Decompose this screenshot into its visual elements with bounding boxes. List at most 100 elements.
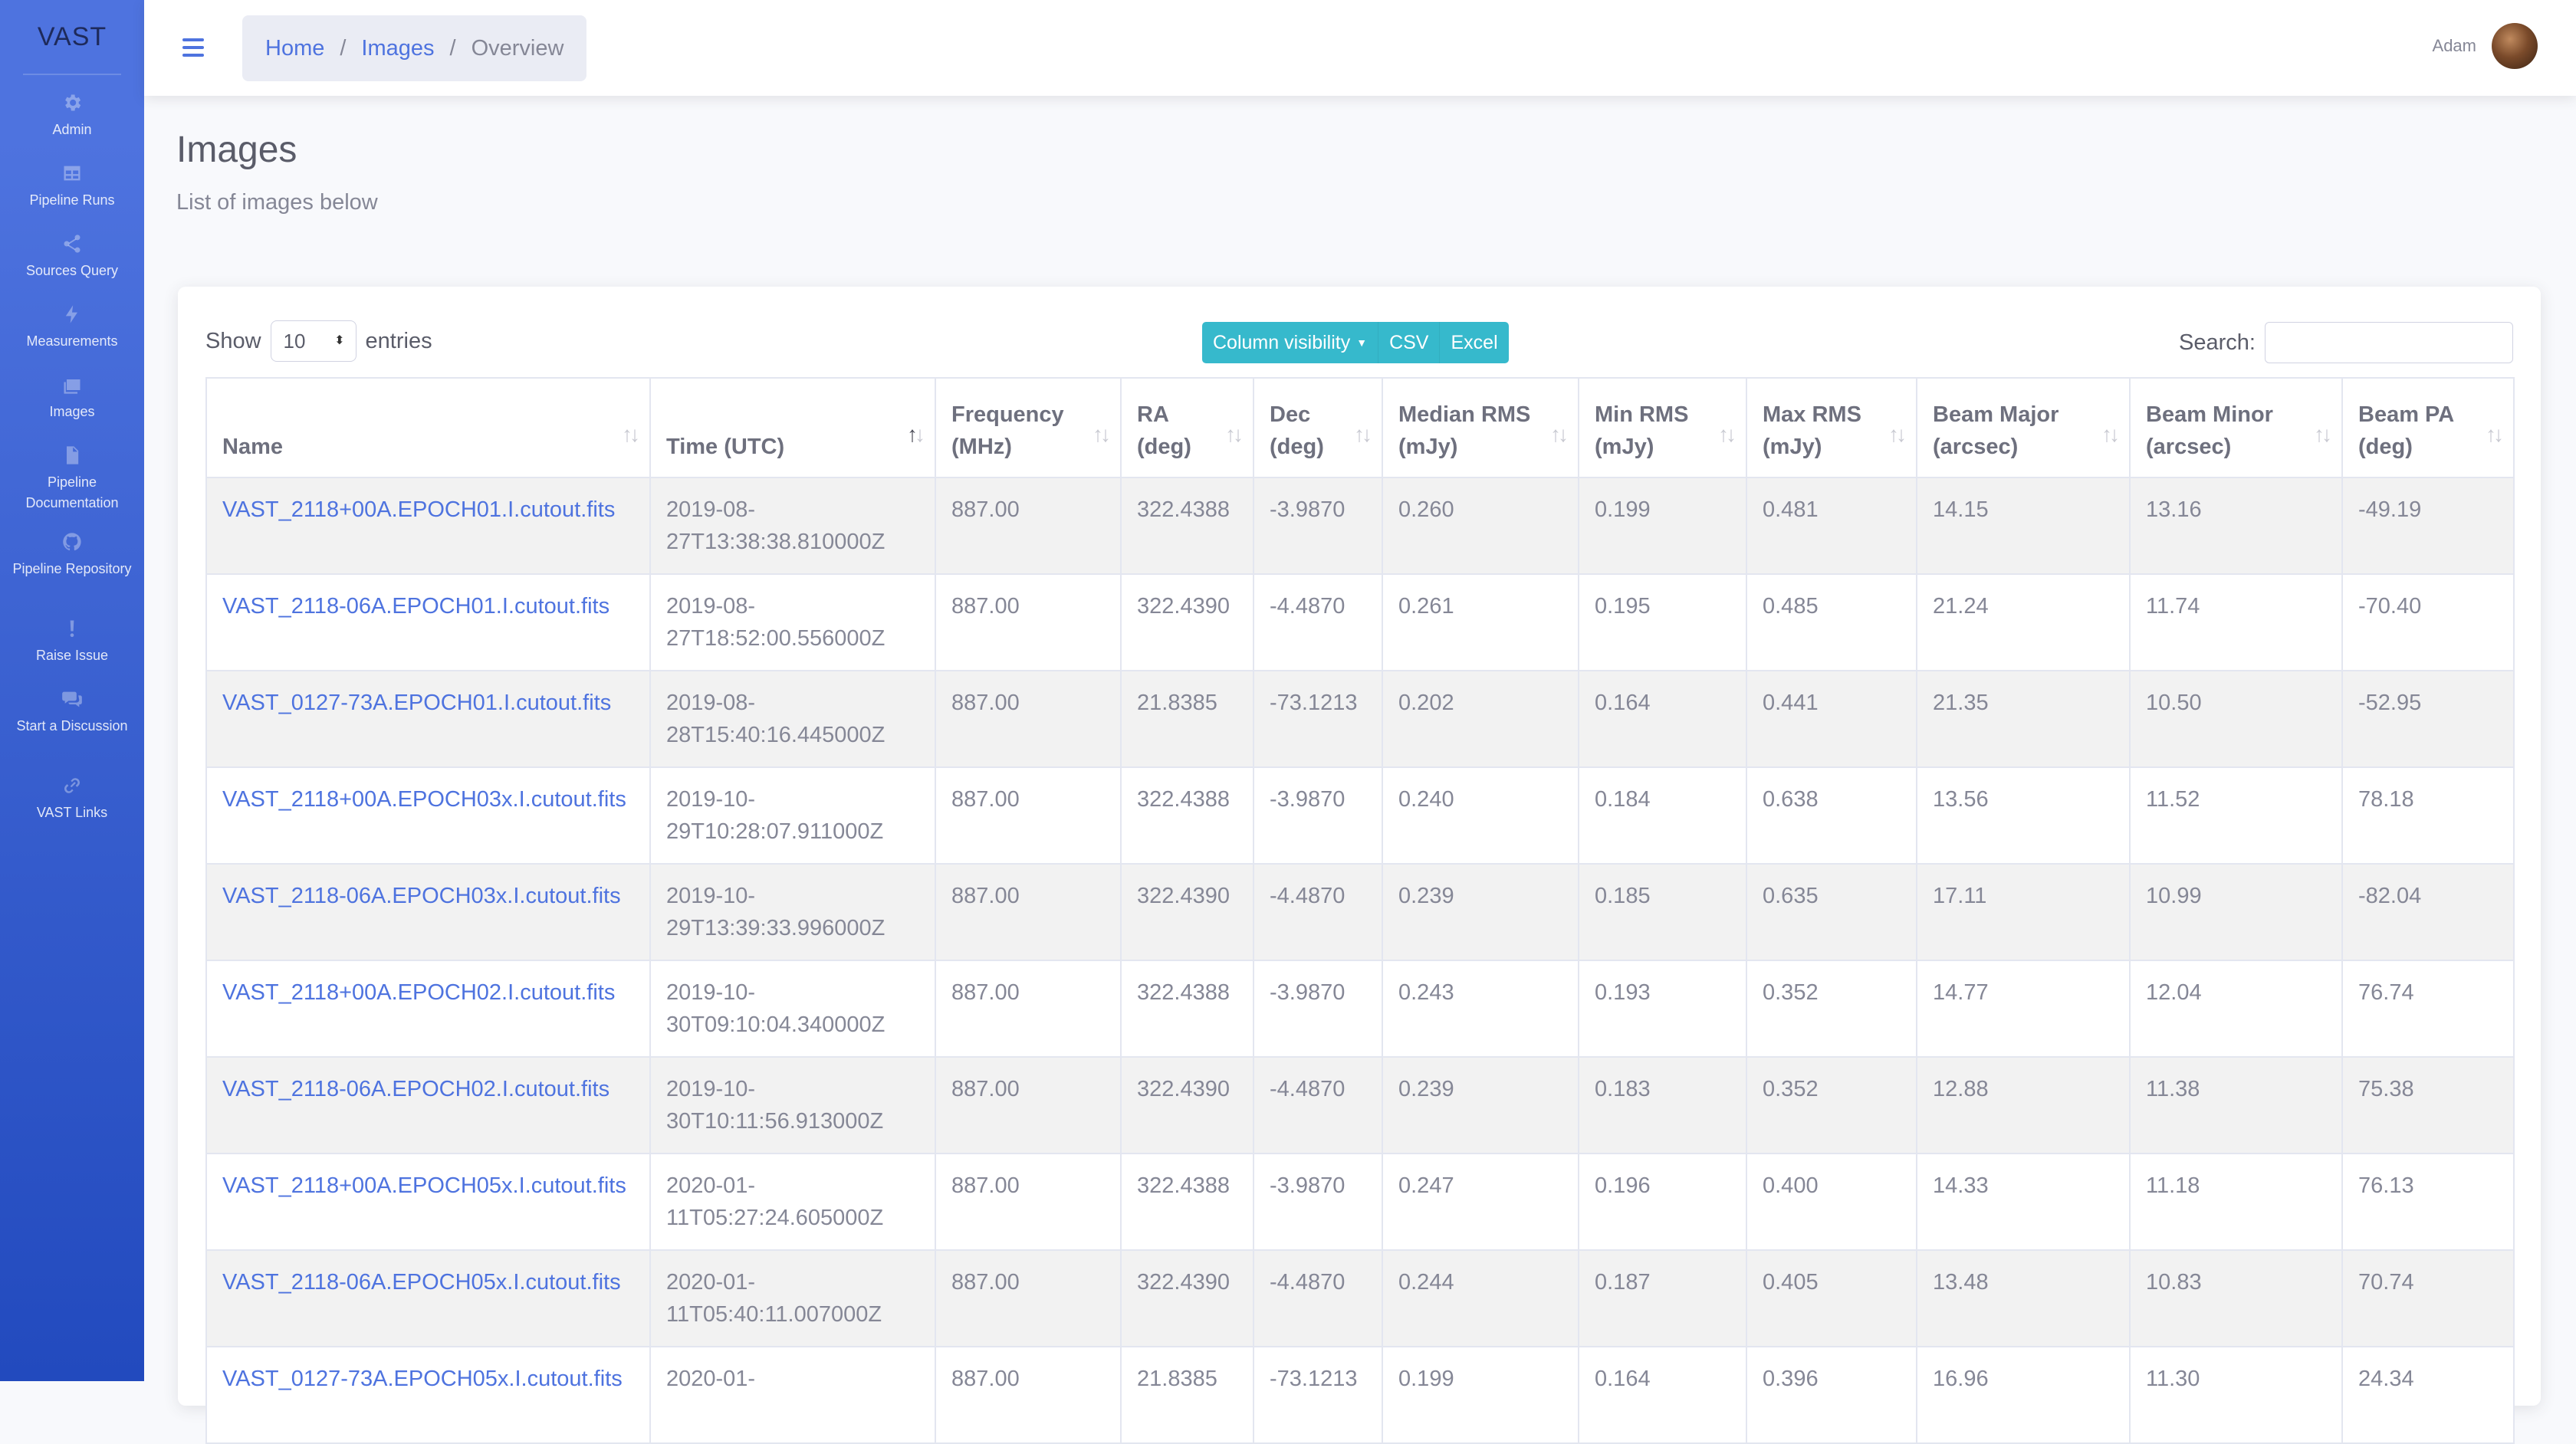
sidebar-item-vast-links[interactable]: VAST Links: [0, 758, 144, 829]
csv-button[interactable]: CSV: [1378, 322, 1440, 363]
entries-select[interactable]: 10 ⬍: [270, 320, 356, 362]
cell-time: 2020-01-11T05:40:11.007000Z: [649, 1249, 936, 1347]
page-title: Images: [176, 130, 297, 170]
column-header-name[interactable]: Name ↑↓: [205, 377, 651, 478]
cell-median-rms: 0.202: [1382, 670, 1579, 768]
cell-beam-minor: 10.83: [2129, 1249, 2343, 1347]
column-header-beam-pa[interactable]: Beam PA (deg) ↑↓: [2341, 377, 2515, 478]
cell-beam-major: 17.11: [1916, 863, 2131, 961]
sidebar-item-label: Images: [49, 404, 95, 419]
cell-name: VAST_2118+00A.EPOCH02.I.cutout.fits: [205, 960, 651, 1058]
cell-beam-pa: 78.18: [2341, 766, 2515, 865]
sidebar-item-label: Measurements: [26, 333, 118, 349]
sidebar-item-start-discussion[interactable]: Start a Discussion: [0, 671, 144, 758]
images-table: Name ↑↓ Time (UTC) ↑↓ Frequency (MHz) ↑↓ RA…: [205, 377, 2515, 1444]
show-label: Show: [205, 328, 261, 353]
sidebar-item-pipeline-documentation[interactable]: Pipeline Documentation: [0, 428, 144, 514]
cell-dec: -3.9870: [1253, 1153, 1383, 1251]
sidebar-item-label: Raise Issue: [35, 648, 109, 663]
column-header-ra[interactable]: RA (deg) ↑↓: [1120, 377, 1254, 478]
table-header-row: Name ↑↓ Time (UTC) ↑↓ Frequency (MHz) ↑↓ RA…: [205, 377, 2515, 478]
cell-dec: -3.9870: [1253, 960, 1383, 1058]
excel-button[interactable]: Excel: [1439, 322, 1509, 363]
cell-median-rms: 0.244: [1382, 1249, 1579, 1347]
entries-value: 10: [283, 329, 306, 353]
image-link[interactable]: VAST_2118-06A.EPOCH03x.I.cutout.fits: [222, 884, 621, 908]
cell-name: VAST_0127-73A.EPOCH01.I.cutout.fits: [205, 670, 651, 768]
image-link[interactable]: VAST_2118+00A.EPOCH01.I.cutout.fits: [222, 497, 615, 522]
breadcrumb-home[interactable]: Home: [265, 36, 324, 61]
image-link[interactable]: VAST_2118+00A.EPOCH02.I.cutout.fits: [222, 980, 615, 1005]
cell-min-rms: 0.196: [1578, 1153, 1747, 1251]
image-link[interactable]: VAST_0127-73A.EPOCH01.I.cutout.fits: [222, 691, 611, 715]
cell-beam-pa: 24.34: [2341, 1346, 2515, 1444]
image-link[interactable]: VAST_2118+00A.EPOCH05x.I.cutout.fits: [222, 1173, 626, 1198]
column-header-frequency[interactable]: Frequency (MHz) ↑↓: [935, 377, 1122, 478]
cell-name: VAST_2118-06A.EPOCH02.I.cutout.fits: [205, 1056, 651, 1154]
sort-icon: ↑↓: [1550, 422, 1569, 446]
cell-frequency: 887.00: [935, 766, 1122, 865]
image-link[interactable]: VAST_2118-06A.EPOCH02.I.cutout.fits: [222, 1077, 610, 1101]
cell-beam-pa: 76.13: [2341, 1153, 2515, 1251]
column-header-min-rms[interactable]: Min RMS (mJy) ↑↓: [1578, 377, 1747, 478]
cell-dec: -4.4870: [1253, 863, 1383, 961]
image-link[interactable]: VAST_2118-06A.EPOCH01.I.cutout.fits: [222, 594, 610, 619]
user-name: Adam: [2432, 36, 2476, 55]
cell-max-rms: 0.638: [1746, 766, 1917, 865]
breadcrumb-images[interactable]: Images: [361, 36, 434, 61]
image-link[interactable]: VAST_2118+00A.EPOCH03x.I.cutout.fits: [222, 787, 626, 812]
cell-min-rms: 0.164: [1578, 1346, 1747, 1444]
breadcrumb-separator: /: [449, 35, 456, 61]
sort-icon: ↑↓: [2101, 422, 2120, 446]
table-row: VAST_2118-06A.EPOCH02.I.cutout.fits 2019-…: [205, 1056, 2515, 1154]
sidebar-item-measurements[interactable]: Measurements: [0, 287, 144, 357]
cell-beam-pa: 70.74: [2341, 1249, 2515, 1347]
cell-name: VAST_2118-06A.EPOCH03x.I.cutout.fits: [205, 863, 651, 961]
cell-ra: 322.4388: [1120, 960, 1254, 1058]
cell-dec: -4.4870: [1253, 1249, 1383, 1347]
cell-min-rms: 0.185: [1578, 863, 1747, 961]
menu-toggle-icon[interactable]: [182, 34, 204, 61]
column-header-median-rms[interactable]: Median RMS (mJy) ↑↓: [1382, 377, 1579, 478]
cell-frequency: 887.00: [935, 960, 1122, 1058]
table-row: VAST_0127-73A.EPOCH01.I.cutout.fits 2019-…: [205, 670, 2515, 768]
cell-beam-minor: 13.16: [2129, 477, 2343, 575]
page-length-control: Show 10 ⬍ entries: [205, 320, 432, 362]
sidebar-item-raise-issue[interactable]: Raise Issue: [0, 601, 144, 671]
cell-ra: 322.4388: [1120, 477, 1254, 575]
cell-min-rms: 0.183: [1578, 1056, 1747, 1154]
table-row: VAST_2118+00A.EPOCH03x.I.cutout.fits 2019…: [205, 766, 2515, 865]
cell-min-rms: 0.193: [1578, 960, 1747, 1058]
column-header-beam-minor[interactable]: Beam Minor (arcsec) ↑↓: [2129, 377, 2343, 478]
user-menu[interactable]: Adam: [2433, 23, 2538, 69]
cell-frequency: 887.00: [935, 1249, 1122, 1347]
column-header-max-rms[interactable]: Max RMS (mJy) ↑↓: [1746, 377, 1917, 478]
column-header-dec[interactable]: Dec (deg) ↑↓: [1253, 377, 1383, 478]
image-link[interactable]: VAST_2118-06A.EPOCH05x.I.cutout.fits: [222, 1270, 621, 1295]
cell-beam-minor: 10.50: [2129, 670, 2343, 768]
image-link[interactable]: VAST_0127-73A.EPOCH05x.I.cutout.fits: [222, 1367, 623, 1391]
sidebar-item-pipeline-repository[interactable]: Pipeline Repository: [0, 514, 144, 601]
cell-dec: -73.1213: [1253, 1346, 1383, 1444]
sidebar-item-pipeline-runs[interactable]: Pipeline Runs: [0, 146, 144, 216]
sidebar-item-images[interactable]: Images: [0, 357, 144, 428]
cell-dec: -3.9870: [1253, 477, 1383, 575]
search-input[interactable]: [2265, 322, 2513, 363]
column-header-time[interactable]: Time (UTC) ↑↓: [649, 377, 936, 478]
column-visibility-button[interactable]: Column visibility ▼: [1202, 322, 1378, 363]
brand-logo[interactable]: VAST: [0, 0, 144, 74]
cell-beam-pa: -70.40: [2341, 573, 2515, 671]
cell-median-rms: 0.239: [1382, 863, 1579, 961]
sort-ascending-icon: ↑↓: [907, 422, 925, 446]
cell-ra: 322.4390: [1120, 573, 1254, 671]
cell-beam-minor: 12.04: [2129, 960, 2343, 1058]
cell-frequency: 887.00: [935, 1056, 1122, 1154]
table-row: VAST_0127-73A.EPOCH05x.I.cutout.fits 2020…: [205, 1346, 2515, 1444]
cell-name: VAST_2118-06A.EPOCH05x.I.cutout.fits: [205, 1249, 651, 1347]
cell-beam-pa: -82.04: [2341, 863, 2515, 961]
sidebar-item-sources-query[interactable]: Sources Query: [0, 216, 144, 287]
sidebar-item-admin[interactable]: Admin: [0, 75, 144, 146]
column-header-beam-major[interactable]: Beam Major (arcsec) ↑↓: [1916, 377, 2131, 478]
sidebar-item-label: Pipeline Runs: [29, 192, 115, 208]
table-row: VAST_2118-06A.EPOCH03x.I.cutout.fits 2019…: [205, 863, 2515, 961]
